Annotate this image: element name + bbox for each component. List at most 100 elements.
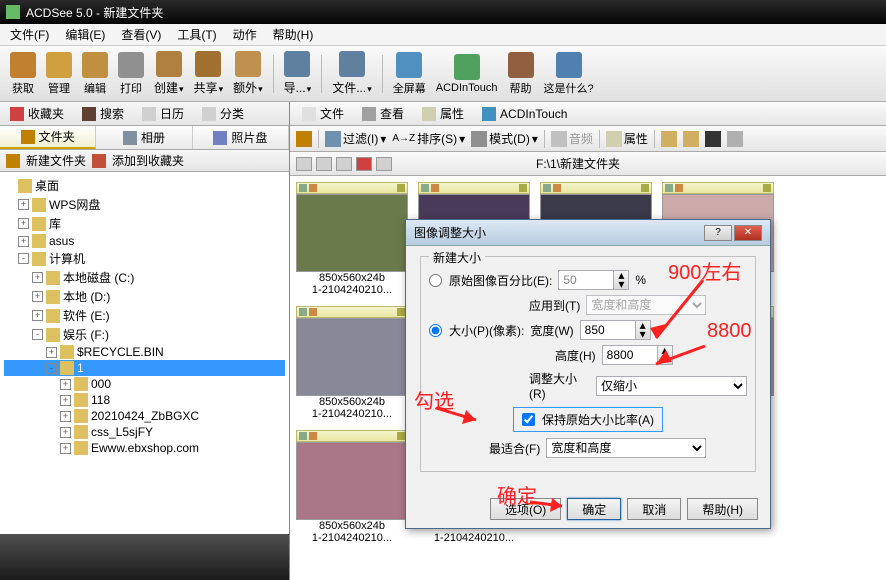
dialog-titlebar[interactable]: 图像调整大小 ? ✕	[406, 220, 770, 246]
filter-dropdown[interactable]: 过滤(I) ▾	[325, 130, 386, 147]
tree-item[interactable]: +软件 (E:)	[4, 306, 285, 325]
subtab-photodisc[interactable]: 照片盘	[193, 126, 289, 149]
tree-item[interactable]: +本地磁盘 (C:)	[4, 268, 285, 287]
tb-print[interactable]: 打印	[114, 50, 148, 98]
tb-share[interactable]: 共享▾	[190, 49, 228, 98]
width-spinner[interactable]: ▴▾	[580, 320, 651, 340]
menu-edit[interactable]: 编辑(E)	[59, 24, 111, 45]
separator	[599, 130, 600, 148]
tb-acquire[interactable]: 获取	[6, 50, 40, 98]
resize-type-label: 调整大小(R)	[529, 370, 590, 401]
menu-view[interactable]: 查看(V)	[115, 24, 167, 45]
cancel-button[interactable]: 取消	[627, 498, 681, 520]
tree-item[interactable]: +20210424_ZbBGXC	[4, 408, 285, 424]
left-panel: 收藏夹 搜索 日历 分类 文件夹 相册 照片盘 新建文件夹 添加到收藏夹 桌面+…	[0, 102, 290, 580]
apply-to-select[interactable]: 宽度和高度	[586, 295, 706, 315]
thumbnail[interactable]: 850x560x24b1-2104240210...	[296, 182, 408, 296]
help-icon[interactable]: ?	[704, 225, 732, 241]
separator	[544, 130, 545, 148]
rtab-view[interactable]: 查看	[356, 103, 410, 124]
nav-fav-icon[interactable]	[356, 157, 372, 171]
thumbnail[interactable]: 850x560x24b1-2104240210...	[296, 430, 408, 544]
height-spinner[interactable]: ▴▾	[602, 345, 673, 365]
rtab-intouch[interactable]: ACDInTouch	[476, 105, 573, 123]
rename-icon[interactable]	[727, 131, 743, 147]
menu-help[interactable]: 帮助(H)	[267, 24, 320, 45]
tb-help[interactable]: 帮助	[504, 50, 538, 98]
move-icon[interactable]	[683, 131, 699, 147]
fit-select[interactable]: 宽度和高度	[546, 438, 706, 458]
delete-icon[interactable]	[705, 131, 721, 147]
folder-tree[interactable]: 桌面+WPS网盘+库+asus-计算机+本地磁盘 (C:)+本地 (D:)+软件…	[0, 172, 289, 534]
main-toolbar: 获取 管理 编辑 打印 创建▾ 共享▾ 额外▾ 导...▾ 文件...▾ 全屏幕…	[0, 46, 886, 102]
right-tabs: 文件 查看 属性 ACDInTouch	[290, 102, 886, 126]
nav-history-icon[interactable]	[376, 157, 392, 171]
path-bar: F:\1\新建文件夹	[290, 152, 886, 176]
width-label: 宽度(W)	[530, 322, 573, 339]
radio-percent[interactable]: 原始图像百分比(E):	[429, 272, 552, 289]
apply-to-label: 应用到(T)	[529, 297, 580, 314]
group-label: 新建大小	[429, 249, 485, 266]
options-button[interactable]: 选项(O)	[490, 498, 561, 520]
prop-btn[interactable]: 属性	[606, 130, 648, 147]
tree-item[interactable]: -计算机	[4, 249, 285, 268]
audio-btn[interactable]: 音频	[551, 130, 593, 147]
tab-calendar[interactable]: 日历	[136, 103, 190, 124]
tree-item[interactable]: -1	[4, 360, 285, 376]
percent-spinner[interactable]: ▴▾	[558, 270, 629, 290]
keep-ratio-checkbox[interactable]: 保持原始大小比率(A)	[522, 411, 654, 428]
menu-action[interactable]: 动作	[227, 24, 263, 45]
tree-item[interactable]: +118	[4, 392, 285, 408]
tree-item[interactable]: -娱乐 (F:)	[4, 325, 285, 344]
add-fav-label[interactable]: 添加到收藏夹	[112, 152, 184, 169]
rtab-file[interactable]: 文件	[296, 103, 350, 124]
tree-item[interactable]: 桌面	[4, 176, 285, 195]
help-button[interactable]: 帮助(H)	[687, 498, 758, 520]
tree-item[interactable]: +$RECYCLE.BIN	[4, 344, 285, 360]
tb-create[interactable]: 创建▾	[150, 49, 188, 98]
tb-whatsthis[interactable]: 这是什么?	[540, 50, 598, 98]
mode-dropdown[interactable]: 模式(D) ▾	[471, 130, 538, 147]
resize-type-select[interactable]: 仅缩小	[596, 376, 747, 396]
tb-fullscreen[interactable]: 全屏幕	[389, 50, 430, 98]
tb-file[interactable]: 文件...▾	[328, 49, 376, 98]
tb-intouch[interactable]: ACDInTouch	[432, 52, 502, 96]
tree-item[interactable]: +Ewww.ebxshop.com	[4, 440, 285, 456]
close-icon[interactable]: ✕	[734, 225, 762, 241]
subtab-folders[interactable]: 文件夹	[0, 126, 96, 149]
tree-item[interactable]: +asus	[4, 233, 285, 249]
radio-size[interactable]: 大小(P)(像素):	[429, 322, 524, 339]
menu-tools[interactable]: 工具(T)	[171, 24, 222, 45]
tree-item[interactable]: +000	[4, 376, 285, 392]
nav-back-icon[interactable]	[296, 157, 312, 171]
title-bar: ACDSee 5.0 - 新建文件夹	[0, 0, 886, 24]
tab-search[interactable]: 搜索	[76, 103, 130, 124]
menu-file[interactable]: 文件(F)	[4, 24, 55, 45]
sort-dropdown[interactable]: A→Z排序(S) ▾	[392, 130, 465, 147]
tb-manage[interactable]: 管理	[42, 50, 76, 98]
tab-favorites[interactable]: 收藏夹	[4, 103, 70, 124]
tree-item[interactable]: +库	[4, 214, 285, 233]
nav-up-icon[interactable]	[336, 157, 352, 171]
preview-pane	[0, 534, 289, 580]
new-folder-label[interactable]: 新建文件夹	[26, 152, 86, 169]
pct-unit: %	[635, 273, 646, 287]
tab-category[interactable]: 分类	[196, 103, 250, 124]
nav-fwd-icon[interactable]	[316, 157, 332, 171]
tb-nav[interactable]: 导...▾	[280, 49, 316, 98]
up-folder-icon[interactable]	[296, 131, 312, 147]
tb-edit[interactable]: 编辑	[78, 50, 112, 98]
copy-icon[interactable]	[661, 131, 677, 147]
tree-item[interactable]: +本地 (D:)	[4, 287, 285, 306]
separator	[382, 55, 383, 93]
dialog-title: 图像调整大小	[414, 224, 486, 241]
rtab-prop[interactable]: 属性	[416, 103, 470, 124]
tb-extra[interactable]: 额外▾	[229, 49, 267, 98]
thumbnail[interactable]: 850x560x24b1-2104240210...	[296, 306, 408, 420]
new-folder-icon	[6, 154, 20, 168]
resize-dialog: 图像调整大小 ? ✕ 新建大小 原始图像百分比(E): ▴▾ % 应用到(T) …	[405, 219, 771, 529]
ok-button[interactable]: 确定	[567, 498, 621, 520]
tree-item[interactable]: +WPS网盘	[4, 195, 285, 214]
tree-item[interactable]: +css_L5sjFY	[4, 424, 285, 440]
subtab-albums[interactable]: 相册	[96, 126, 192, 149]
